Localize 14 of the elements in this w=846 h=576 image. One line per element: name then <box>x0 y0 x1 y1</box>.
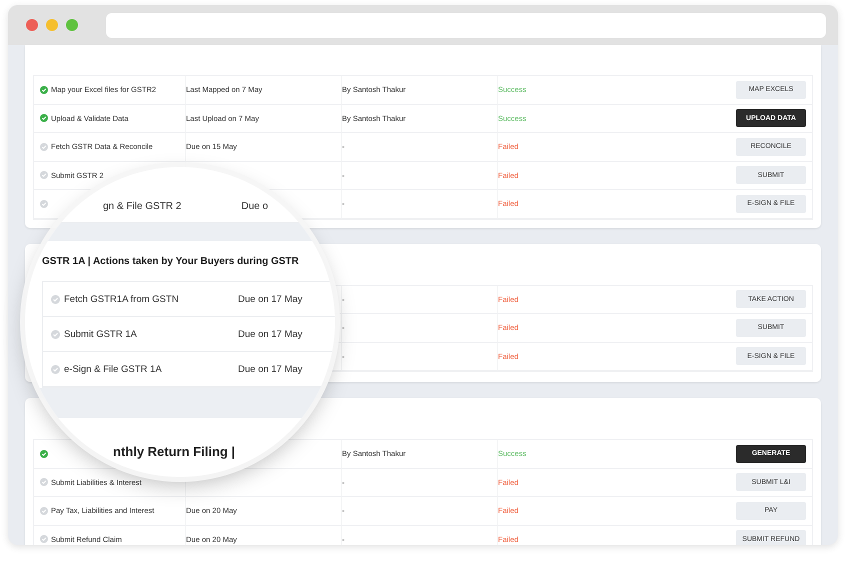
due-date: Due o <box>241 201 268 212</box>
minimize-dot-icon[interactable] <box>46 19 58 31</box>
due-date: Due on 17 May <box>238 294 302 304</box>
maximize-dot-icon[interactable] <box>66 19 78 31</box>
step-name: Fetch GSTR1A from GSTN <box>64 294 180 304</box>
section-title: GSTR 1A | Actions taken by Your Buyers during GSTR <box>41 254 300 268</box>
step-name: e-Sign & File GSTR 1A <box>64 364 163 374</box>
close-dot-icon[interactable] <box>26 19 38 31</box>
due-date: Due on 17 May <box>238 328 302 340</box>
address-bar[interactable] <box>106 12 826 38</box>
step-name: gn & File GSTR 2 <box>103 201 182 212</box>
due-date: Due on 17 May <box>238 364 302 374</box>
section-title: nthly Return Filing | <box>113 444 236 459</box>
step-name: Submit GSTR 1A <box>64 328 138 340</box>
